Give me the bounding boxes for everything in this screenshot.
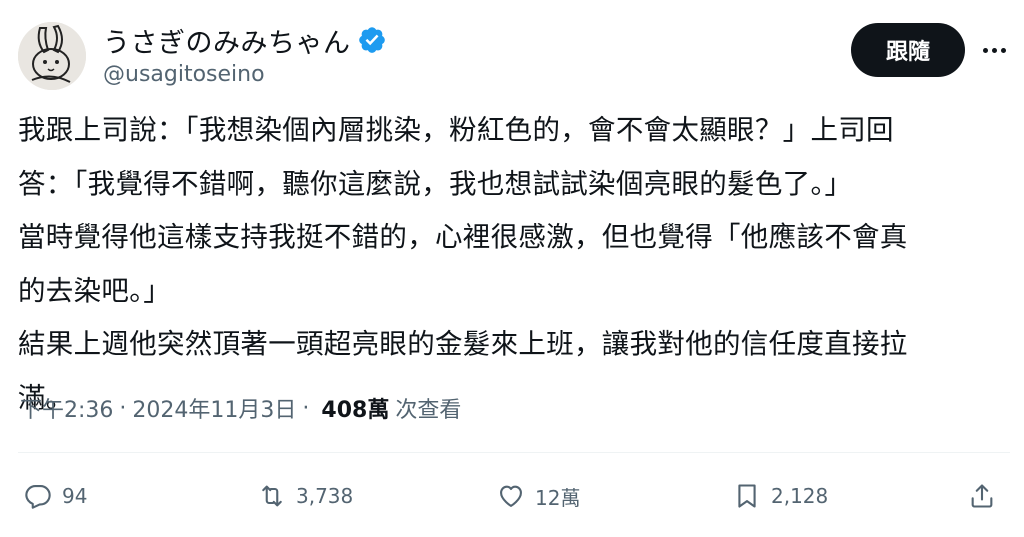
heart-icon [500,485,522,507]
tweet-line: 答：「我覺得不錯啊，聽你這麼說，我也想試試染個亮眼的髮色了。」 [18,167,853,200]
tweet-text: 我跟上司說：「我想染個內層挑染，粉紅色的，會不會太顯眼？」上司回 答：「我覺得不… [18,104,1008,425]
meta-separator: · [119,395,127,421]
author-handle[interactable]: @usagitoseino [103,62,265,87]
share-button[interactable] [968,470,1006,522]
verified-badge-icon [357,25,387,55]
bookmark-icon [738,484,756,508]
reply-button[interactable]: 94 [24,470,87,522]
views-label: 次查看 [395,398,462,423]
reply-count: 94 [62,484,88,508]
tweet-date[interactable]: 2024年11月3日 [132,392,296,424]
avatar[interactable] [18,22,86,90]
like-button[interactable]: 12萬 [497,470,580,522]
action-bar: 94 3,738 12萬 2,128 [0,470,1024,522]
author-display-name[interactable]: うさぎのみみちゃん [103,21,351,60]
divider [18,452,1010,453]
tweet-line: 當時覺得他這樣支持我挺不錯的，心裡很感激，但也覺得「他應該不會真 [18,221,908,253]
tweet-line: 結果上週他突然頂著一頭超亮眼的金髮來上班，讓我對他的信任度直接拉 [18,328,908,360]
tweet-time[interactable]: 下午2:36 [20,392,113,424]
retweet-button[interactable]: 3,738 [258,470,353,522]
bookmark-button[interactable]: 2,128 [733,470,828,522]
tweet-line: 的去染吧。」 [18,274,172,307]
bookmark-count: 2,128 [771,484,829,508]
meta-separator: · [302,395,310,421]
reply-icon [25,485,51,509]
tweet-meta: 下午2:36 · 2024年11月3日 · 408萬 次查看 [20,392,461,424]
like-count: 12萬 [535,485,581,510]
follow-button[interactable]: 跟隨 [851,23,965,77]
retweet-icon [262,485,282,507]
more-horizontal-icon[interactable] [978,30,1010,70]
views-count[interactable]: 408萬 [321,392,389,424]
share-icon [971,484,993,508]
retweet-count: 3,738 [296,484,354,508]
author-name-row[interactable]: うさぎのみみちゃん [103,21,387,60]
rabbit-avatar-icon [18,22,86,90]
tweet-line: 我跟上司說：「我想染個內層挑染，粉紅色的，會不會太顯眼？」上司回 [18,114,894,146]
